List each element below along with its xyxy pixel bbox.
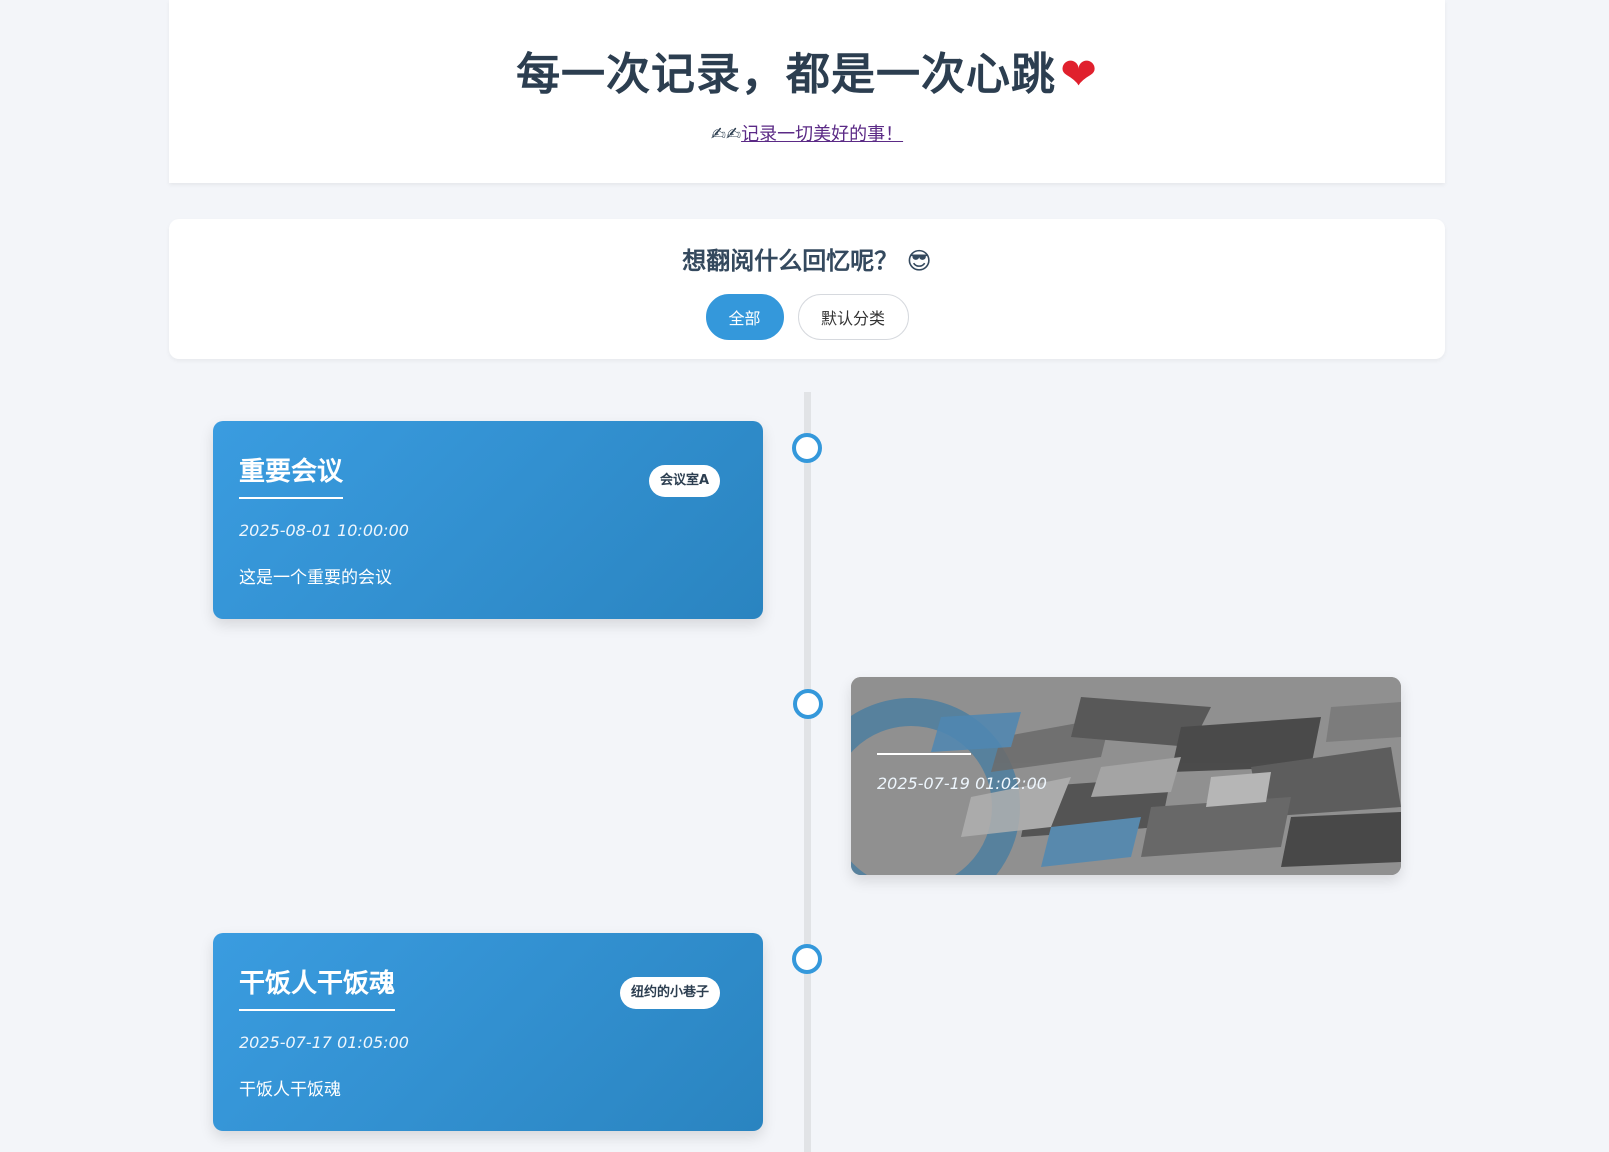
location-tag: 纽约的小巷子 <box>619 977 720 1009</box>
timeline-dot <box>792 433 822 463</box>
subtitle: ✍✍记录一切美好的事！ <box>169 120 1445 146</box>
page-title: 每一次记录，都是一次心跳❤ <box>169 38 1445 102</box>
filter-heading: 想翻阅什么回忆呢？ 😎 <box>169 241 1445 276</box>
cool-face-icon: 😎 <box>906 247 932 275</box>
filter-button-default-category[interactable]: 默认分类 <box>797 294 909 340</box>
timeline-dot <box>792 944 822 974</box>
event-date: 2025-07-17 01:05:00 <box>239 1033 409 1052</box>
timeline-card[interactable]: 干饭人干饭魂 纽约的小巷子 2025-07-17 01:05:00 干饭人干饭魂 <box>213 933 763 1131</box>
event-title: 干饭人干饭魂 <box>239 963 396 1011</box>
event-description: 干饭人干饭魂 <box>239 1080 341 1100</box>
timeline-line <box>804 392 811 1152</box>
page-header: 每一次记录，都是一次心跳❤ ✍✍记录一切美好的事！ <box>169 0 1445 183</box>
filter-button-all[interactable]: 全部 <box>705 294 784 340</box>
timeline-dot <box>793 689 823 719</box>
subtitle-link[interactable]: 记录一切美好的事！ <box>741 124 903 145</box>
event-title: 重要会议 <box>239 451 344 499</box>
category-filter-panel: 想翻阅什么回忆呢？ 😎 全部 默认分类 <box>169 219 1445 359</box>
location-tag: 会议室A <box>648 465 720 497</box>
event-description: 这是一个重要的会议 <box>239 568 392 588</box>
filter-button-group: 全部 默认分类 <box>169 294 1445 340</box>
timeline-card[interactable]: 重要会议 会议室A 2025-08-01 10:00:00 这是一个重要的会议 <box>213 421 763 619</box>
event-date: 2025-08-01 10:00:00 <box>239 521 409 540</box>
page-title-text: 每一次记录，都是一次心跳 <box>516 49 1057 100</box>
writing-hand-icon: ✍✍ <box>710 124 742 145</box>
event-date: 2025-07-19 01:02:00 <box>877 774 1047 793</box>
filter-heading-text: 想翻阅什么回忆呢？ <box>682 247 899 275</box>
heart-icon: ❤ <box>1060 49 1098 100</box>
timeline-card-image[interactable]: 2025-07-19 01:02:00 <box>851 677 1401 875</box>
